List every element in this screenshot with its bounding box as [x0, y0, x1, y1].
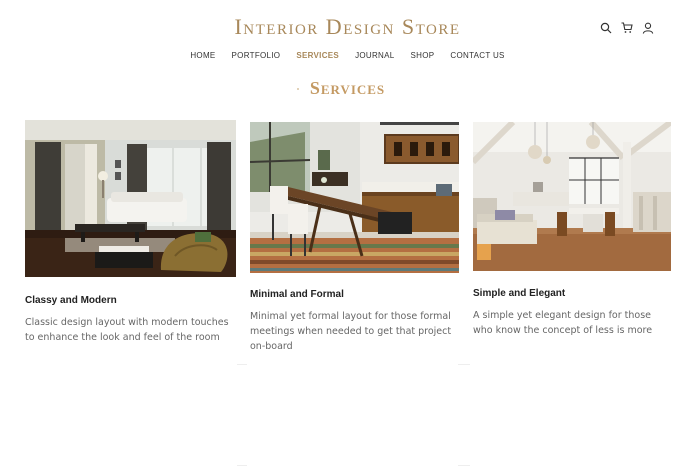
nav-contact-us[interactable]: CONTACT US: [450, 51, 504, 60]
service-card-simple-elegant[interactable]: Simple and Elegant A simple yet elegant …: [473, 122, 671, 338]
card-description: Minimal yet formal layout for those form…: [250, 311, 452, 353]
card-title: Classy and Modern: [25, 295, 117, 306]
divider: [458, 465, 470, 466]
cart-icon[interactable]: [619, 20, 634, 35]
brand-logo[interactable]: Interior Design Store: [0, 14, 695, 40]
card-title: Minimal and Formal: [250, 289, 344, 300]
user-icon[interactable]: [640, 20, 655, 35]
search-icon[interactable]: [598, 20, 613, 35]
living-room-image[interactable]: [25, 120, 236, 277]
dining-room-image[interactable]: [250, 122, 459, 273]
divider: [237, 364, 247, 365]
card-description: Classic design layout with modern touche…: [25, 317, 229, 344]
nav-shop[interactable]: SHOP: [411, 51, 435, 60]
service-card-minimal-formal[interactable]: Minimal and Formal Minimal yet formal la…: [250, 122, 459, 355]
divider: [237, 465, 247, 466]
nav-services[interactable]: SERVICES: [296, 51, 339, 60]
service-card-classy-modern[interactable]: Classy and Modern Classic design layout …: [25, 120, 236, 345]
nav-journal[interactable]: JOURNAL: [355, 51, 394, 60]
nav-home[interactable]: HOME: [190, 51, 215, 60]
open-plan-room-image[interactable]: [473, 122, 671, 271]
nav-portfolio[interactable]: PORTFOLIO: [232, 51, 281, 60]
header-icons: [598, 20, 655, 35]
card-description: A simple yet elegant design for those wh…: [473, 310, 653, 337]
section-title: Services: [309, 78, 386, 98]
card-title: Simple and Elegant: [473, 288, 566, 299]
main-nav: HOME PORTFOLIO SERVICES JOURNAL SHOP CON…: [0, 51, 695, 60]
divider: [458, 364, 470, 365]
